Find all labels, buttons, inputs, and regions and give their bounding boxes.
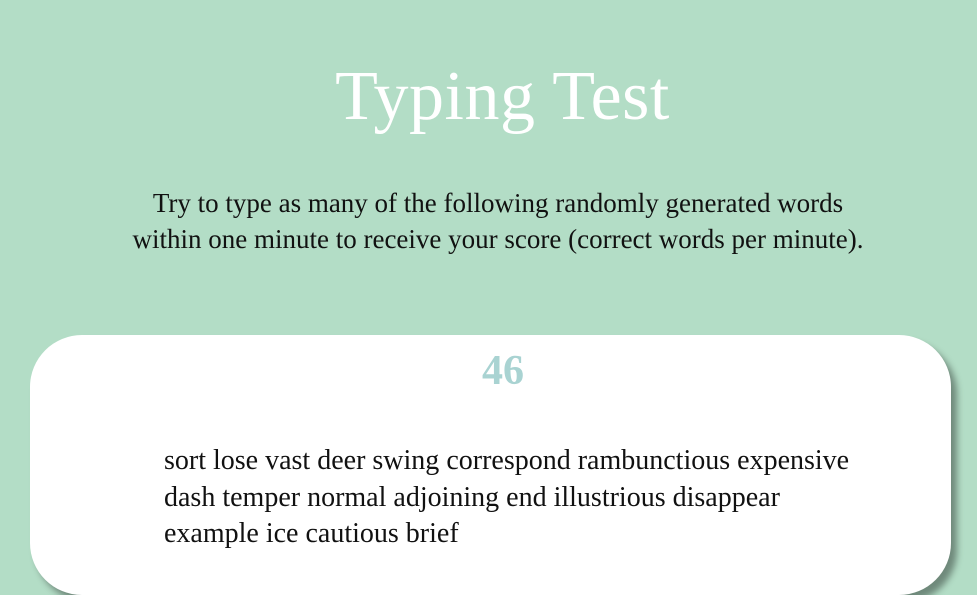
instructions-text: Try to type as many of the following ran… [132, 188, 864, 254]
test-word: vast [265, 445, 311, 476]
page-title: Typing Test [335, 58, 670, 135]
test-word: lose [213, 445, 259, 476]
countdown-timer: 46 [482, 348, 524, 394]
test-word: example [164, 518, 259, 549]
test-word: temper [222, 481, 301, 513]
test-word: cautious [305, 518, 399, 549]
test-word: normal [307, 481, 387, 513]
test-word: correspond [446, 445, 571, 476]
test-word: end [506, 481, 547, 513]
word-list: sort lose vast deer swing correspond ram… [164, 443, 864, 553]
test-word: adjoining [393, 481, 500, 513]
test-word: expensive [737, 445, 850, 476]
test-word: swing [372, 445, 440, 476]
test-word: illustrious [553, 481, 666, 513]
test-word: sort [164, 445, 206, 476]
test-word: disappear [672, 481, 780, 513]
typing-test-card: 46 sort lose vast deer swing correspond … [30, 335, 951, 595]
test-word: ice [265, 518, 299, 549]
test-word: dash [164, 481, 216, 513]
test-word: brief [405, 518, 459, 549]
test-word: rambunctious [577, 445, 731, 476]
test-word: deer [317, 445, 366, 476]
